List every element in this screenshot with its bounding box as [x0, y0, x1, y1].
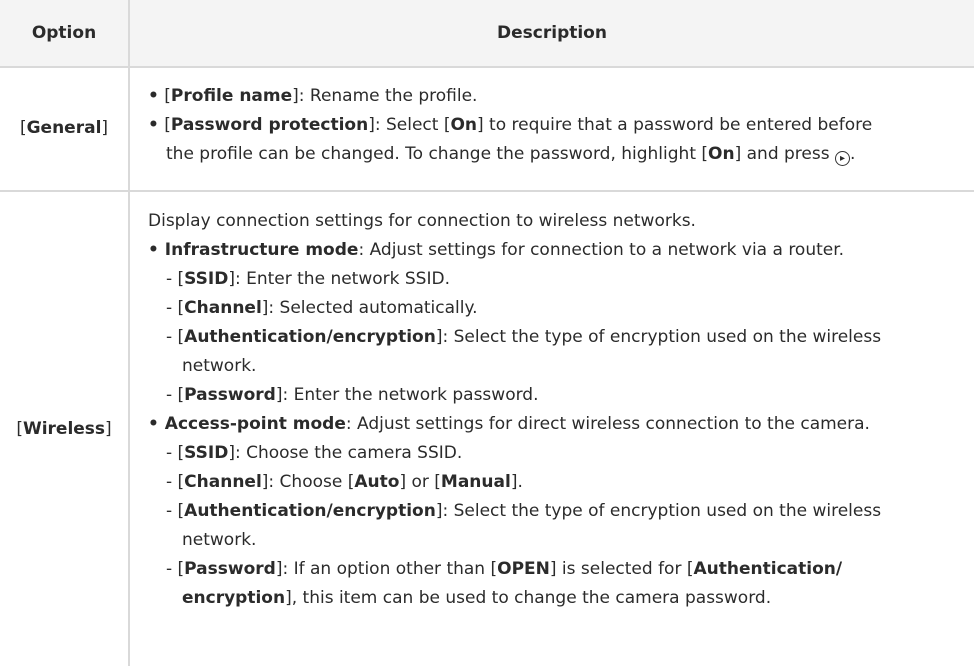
bold-text: Password	[184, 385, 276, 405]
text: [	[158, 115, 171, 135]
description-line: • Access-point mode: Adjust settings for…	[148, 410, 958, 439]
option-general: [General]	[0, 118, 128, 138]
header-description: Description	[497, 23, 607, 43]
bold-text: Auto	[354, 472, 400, 492]
description-line: the profile can be changed. To change th…	[148, 140, 958, 169]
option-wireless: [Wireless]	[0, 419, 128, 439]
text: [	[158, 86, 171, 106]
header-option: Option	[31, 23, 97, 43]
bold-text: Channel	[184, 472, 262, 492]
text: - [	[166, 501, 185, 521]
description-wireless: Display connection settings for connecti…	[148, 207, 958, 613]
text: network.	[182, 356, 257, 376]
option-label: General	[26, 118, 102, 138]
text: - [	[166, 385, 185, 405]
text: : Adjust settings for direct wireless co…	[345, 414, 870, 434]
bold-text: Channel	[184, 298, 262, 318]
bold-text: SSID	[184, 443, 229, 463]
text: ], this item can be used to change the c…	[285, 588, 772, 608]
settings-table: Option Description [General] • [Profile …	[0, 0, 974, 666]
bold-text: encryption	[182, 588, 286, 608]
bold-text: Infrastructure mode	[164, 240, 359, 260]
text: ] or [	[399, 472, 441, 492]
multi-selector-right-icon: ▸	[835, 151, 850, 166]
bold-text: Authentication/encryption	[184, 327, 436, 347]
text: - [	[166, 472, 185, 492]
text: ]: Select the type of encryption used on…	[435, 327, 882, 347]
description-line: • [Profile name]: Rename the profile.	[148, 82, 958, 111]
bold-text: Authentication/encryption	[184, 501, 436, 521]
text: the profile can be changed. To change th…	[166, 144, 709, 164]
description-line: • [Password protection]: Select [On] to …	[148, 111, 958, 140]
bold-text: Authentication/	[693, 559, 843, 579]
option-label: Wireless	[22, 419, 106, 439]
description-line: encryption], this item can be used to ch…	[148, 584, 958, 613]
text: ]: Selected automatically.	[261, 298, 478, 318]
bullet: •	[148, 115, 159, 135]
text: Display connection settings for connecti…	[148, 211, 696, 231]
column-divider	[128, 0, 130, 666]
text: ]: Rename the profile.	[292, 86, 478, 106]
text: network.	[182, 530, 257, 550]
description-line: - [Channel]: Choose [Auto] or [Manual].	[148, 468, 958, 497]
description-line: • Infrastructure mode: Adjust settings f…	[148, 236, 958, 265]
table-header: Option Description	[0, 0, 974, 68]
bracket-close: ]	[101, 118, 109, 138]
text: : Adjust settings for connection to a ne…	[358, 240, 845, 260]
description-line: - [SSID]: Choose the camera SSID.	[148, 439, 958, 468]
text: ].	[510, 472, 523, 492]
text: ]: Enter the network SSID.	[228, 269, 450, 289]
bullet: •	[148, 86, 159, 106]
bracket-open: [	[19, 118, 27, 138]
bold-text: Password protection	[170, 115, 369, 135]
text: ] and press	[734, 144, 835, 164]
text: ] to require that a password be entered …	[477, 115, 873, 135]
text: ]: If an option other than [	[275, 559, 498, 579]
bold-text: SSID	[184, 269, 229, 289]
text: - [	[166, 443, 185, 463]
bold-text: On	[708, 144, 735, 164]
table-row-general: [General] • [Profile name]: Rename the p…	[0, 66, 974, 192]
bold-text: Profile name	[170, 86, 293, 106]
text: ] is selected for [	[549, 559, 694, 579]
bold-text: On	[450, 115, 478, 135]
text: ]: Enter the network password.	[275, 385, 539, 405]
description-line: - [Channel]: Selected automatically.	[148, 294, 958, 323]
description-line: - [Authentication/encryption]: Select th…	[148, 323, 958, 352]
text: ]: Choose the camera SSID.	[228, 443, 463, 463]
bracket-close: ]	[105, 419, 112, 439]
text: - [	[166, 298, 185, 318]
table-row-wireless: [Wireless] Display connection settings f…	[0, 192, 974, 666]
description-line: - [Password]: If an option other than [O…	[148, 555, 958, 584]
bullet: •	[148, 414, 165, 434]
description-line: - [SSID]: Enter the network SSID.	[148, 265, 958, 294]
bold-text: Password	[184, 559, 276, 579]
text: ]: Select [	[368, 115, 451, 135]
bold-text: Manual	[440, 472, 511, 492]
description-line: Display connection settings for connecti…	[148, 207, 958, 236]
bracket-open: [	[16, 419, 23, 439]
description-line: network.	[148, 526, 958, 555]
text: ]: Select the type of encryption used on…	[435, 501, 882, 521]
bullet: •	[148, 240, 165, 260]
bold-text: Access-point mode	[164, 414, 346, 434]
text: - [	[166, 269, 185, 289]
text: - [	[166, 559, 185, 579]
description-line: - [Password]: Enter the network password…	[148, 381, 958, 410]
text: .	[850, 144, 856, 164]
text: ]: Choose [	[261, 472, 355, 492]
description-general: • [Profile name]: Rename the profile. • […	[148, 82, 958, 169]
bold-text: OPEN	[497, 559, 550, 579]
text: - [	[166, 327, 185, 347]
description-line: - [Authentication/encryption]: Select th…	[148, 497, 958, 526]
description-line: network.	[148, 352, 958, 381]
